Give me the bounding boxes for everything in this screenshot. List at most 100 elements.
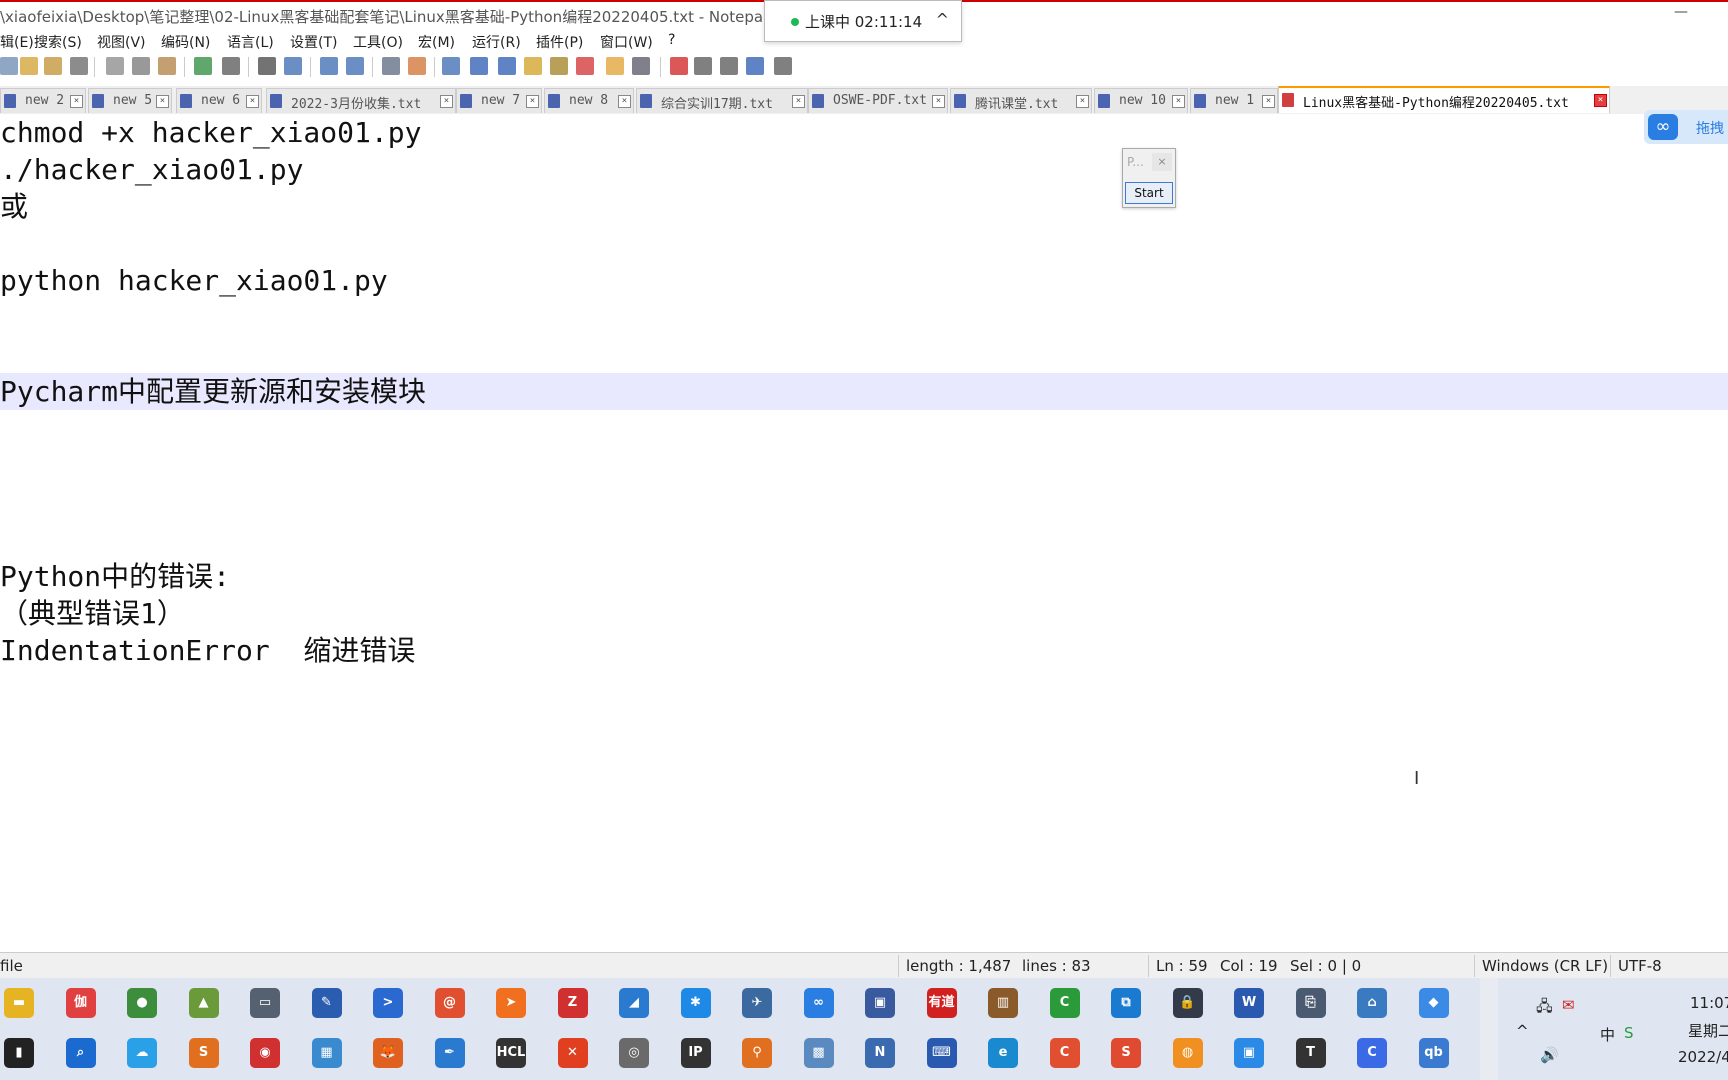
menu-item[interactable]: 语言(L) (227, 32, 274, 52)
menu-item[interactable]: 编码(N) (161, 32, 210, 52)
map-icon[interactable] (550, 57, 568, 75)
chevron-up-icon[interactable]: ^ (1516, 1022, 1529, 1040)
close-icon[interactable]: × (1594, 94, 1607, 107)
powershell-icon[interactable]: > (373, 988, 403, 1018)
menu-item[interactable]: 运行(R) (472, 32, 521, 52)
sync-v-icon[interactable] (382, 57, 400, 75)
editor-icon[interactable]: ✎ (311, 988, 342, 1018)
close-icon[interactable]: × (246, 95, 259, 108)
close-icon[interactable]: × (70, 95, 83, 108)
taskbar-scrollbar[interactable] (1480, 978, 1498, 1080)
tab[interactable]: new 6 × (176, 88, 262, 113)
feather-icon[interactable]: ✒ (434, 1038, 465, 1068)
search-app-icon[interactable]: ⌕ (65, 1038, 96, 1068)
zoom-out-icon[interactable] (346, 57, 364, 75)
menu-item[interactable]: 宏(M) (418, 32, 455, 52)
notes-icon[interactable]: N (865, 1038, 895, 1068)
tab[interactable]: OSWE-PDF.txt × (808, 88, 948, 113)
baidu-pan-icon[interactable]: ∞ (803, 988, 834, 1018)
close-icon[interactable]: × (1262, 95, 1275, 108)
folder-icon[interactable]: ▬ (4, 988, 34, 1018)
circle-app-icon[interactable]: C (1357, 1038, 1387, 1068)
volume-icon[interactable]: 🔊 (1540, 1046, 1559, 1064)
cut-icon[interactable] (106, 57, 124, 75)
func-list-icon[interactable] (576, 57, 594, 75)
menu-item[interactable]: 工具(O) (353, 32, 403, 52)
word-icon[interactable]: W (1234, 988, 1264, 1018)
close-icon[interactable]: × (156, 95, 169, 108)
editor-line[interactable] (0, 410, 1728, 447)
tab[interactable]: new 1 × (1190, 88, 1278, 113)
editor-line[interactable]: 或 (0, 188, 1728, 225)
floppy-icon[interactable]: ▣ (865, 988, 895, 1018)
disc-icon[interactable]: ◎ (619, 1038, 649, 1068)
save-macro-icon[interactable] (774, 57, 792, 75)
books-icon[interactable]: ▥ (988, 988, 1018, 1018)
usb-tool-icon[interactable]: ⎘ (1295, 988, 1326, 1018)
xmind-icon[interactable]: ✕ (557, 1038, 588, 1068)
star-app-icon[interactable]: ✱ (680, 988, 711, 1018)
zoom-in-icon[interactable] (320, 57, 338, 75)
open-file-icon[interactable] (20, 57, 38, 75)
editor-line[interactable]: Python中的错误: (0, 558, 1728, 595)
tab[interactable]: 2022-3月份收集.txt × (266, 88, 456, 113)
tab[interactable]: new 5 × (88, 88, 172, 113)
ps-terminal-icon[interactable]: ⌨ (926, 1038, 957, 1068)
new-file-icon[interactable] (0, 57, 18, 75)
editor-line[interactable] (0, 299, 1728, 336)
editor-line[interactable] (0, 521, 1728, 558)
replace-icon[interactable] (284, 57, 302, 75)
monitor-icon[interactable] (632, 57, 650, 75)
editor-line[interactable] (0, 484, 1728, 521)
cloud-app-icon[interactable]: ☁ (127, 1038, 157, 1068)
save-icon[interactable] (44, 57, 62, 75)
tab[interactable]: 腾讯课堂.txt × (950, 88, 1092, 113)
close-icon[interactable]: × (792, 95, 805, 108)
live-app-icon[interactable]: ▦ (311, 1038, 342, 1068)
ime-indicator[interactable]: 中 (1600, 1024, 1615, 1045)
typora-icon[interactable]: T (1295, 1038, 1326, 1068)
burp-icon[interactable]: 伽 (65, 988, 96, 1018)
editor-line[interactable]: ./hacker_xiao01.py (0, 151, 1728, 188)
copy-icon[interactable] (132, 57, 150, 75)
clock-time[interactable]: 11:07 (1690, 994, 1728, 1012)
swirl-icon[interactable]: @ (434, 988, 465, 1018)
filezilla-icon[interactable]: Z (557, 988, 588, 1018)
chevron-up-icon[interactable]: ^ (936, 10, 949, 29)
minimize-button[interactable]: — (1674, 4, 1688, 20)
close-icon[interactable]: × (1152, 153, 1172, 171)
bird-icon[interactable]: ✈ (742, 988, 772, 1018)
find-icon[interactable] (258, 57, 276, 75)
editor-area[interactable]: chmod +x hacker_xiao01.py ./hacker_xiao01… (0, 114, 1728, 950)
sublime-icon[interactable]: S (188, 1038, 219, 1068)
print-icon[interactable] (70, 57, 88, 75)
menu-item[interactable]: 窗口(W) (600, 32, 653, 52)
tab[interactable]: new 2 × (0, 88, 86, 113)
hcl-icon[interactable]: HCL (496, 1038, 526, 1068)
s-app-icon[interactable]: S (1111, 1038, 1141, 1068)
play-multi-icon[interactable] (746, 57, 764, 75)
tab[interactable]: new 10 × (1094, 88, 1188, 113)
record-icon[interactable] (670, 57, 688, 75)
menu-item[interactable]: 视图(V) (97, 32, 146, 52)
tab[interactable]: new 7 × (456, 88, 542, 113)
menu-item[interactable]: 插件(P) (536, 32, 583, 52)
tcpip-icon[interactable]: IP (680, 1038, 711, 1068)
feishu-icon[interactable]: ◆ (1418, 988, 1449, 1018)
magnifier-icon[interactable]: ⚲ (742, 1038, 772, 1068)
close-icon[interactable]: × (932, 95, 945, 108)
editor-line[interactable] (0, 336, 1728, 373)
lang-icon[interactable] (524, 57, 542, 75)
pokeball-icon[interactable]: ◉ (250, 1038, 280, 1068)
close-icon[interactable]: × (1076, 95, 1089, 108)
close-icon[interactable]: × (618, 95, 631, 108)
indent-guide-icon[interactable] (498, 57, 516, 75)
wrap-icon[interactable] (442, 57, 460, 75)
menu-item[interactable]: 搜索(S) (34, 32, 82, 52)
youdao-icon[interactable]: 有道 (926, 988, 957, 1018)
close-icon[interactable]: × (1172, 95, 1185, 108)
cloud-upload-badge[interactable]: ∞ 拖拽 (1644, 110, 1728, 144)
status-encoding[interactable]: UTF-8 (1618, 957, 1662, 975)
all-chars-icon[interactable] (470, 57, 488, 75)
stop-icon[interactable] (694, 57, 712, 75)
